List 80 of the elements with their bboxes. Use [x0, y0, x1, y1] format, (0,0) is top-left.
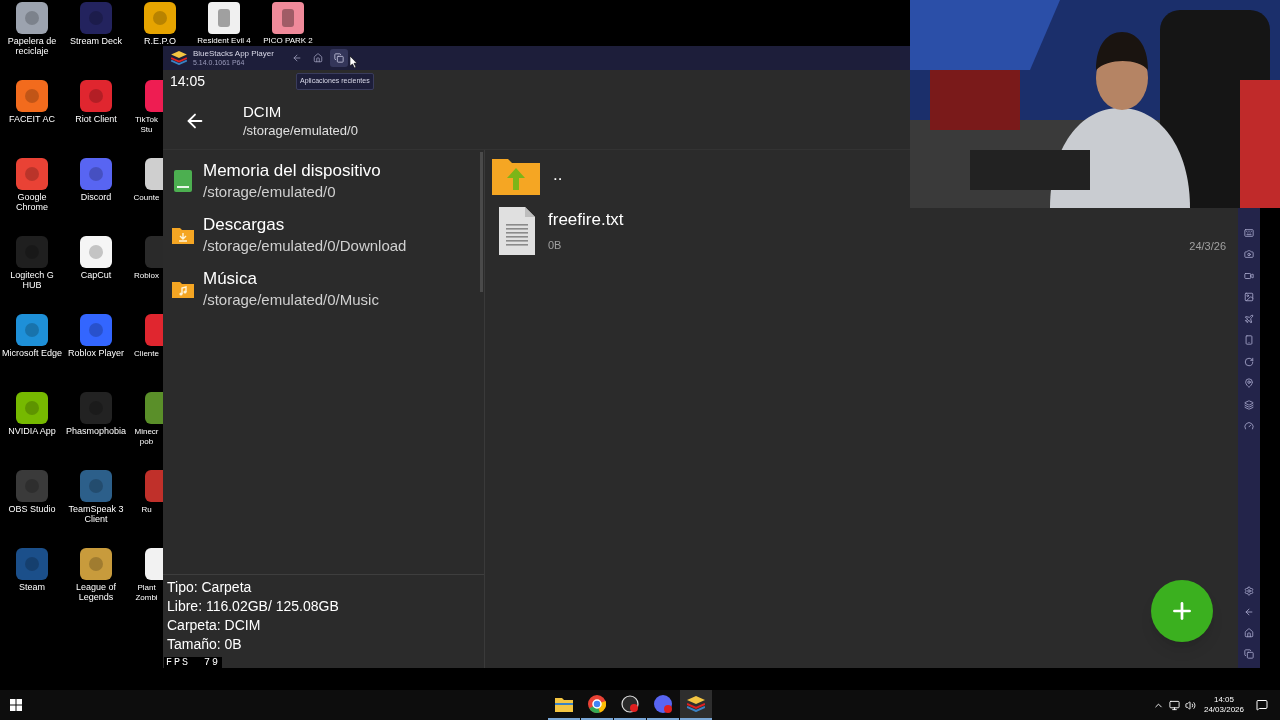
folder-path: /storage/emulated/0	[243, 121, 358, 140]
icon-label: Plant Zombi	[134, 583, 159, 603]
app-logo-icon	[171, 51, 187, 65]
fps-label: FPS	[166, 657, 190, 668]
file-size: 0B	[548, 237, 563, 253]
app-icon[interactable]	[145, 158, 163, 190]
app-icon[interactable]	[80, 236, 112, 268]
location-name: Música	[203, 268, 258, 290]
recent-apps-icon	[333, 53, 344, 63]
text-file-icon	[498, 206, 536, 256]
info-line: Carpeta: DCIM	[167, 616, 262, 635]
volume-icon[interactable]	[1184, 699, 1196, 711]
icon-label: Riot Client	[74, 114, 118, 124]
info-line: Tipo: Carpeta	[167, 578, 253, 597]
app-icon[interactable]	[144, 2, 176, 34]
icon-label: Papelera de reciclaje	[6, 36, 58, 56]
icon-label: Minecr pob	[133, 427, 160, 447]
icon-label: League of Legends	[74, 582, 117, 602]
location-path: /storage/emulated/0/Music	[203, 290, 379, 310]
folder-icon	[555, 696, 573, 712]
icon-label: FACEIT AC	[8, 114, 56, 124]
layers-icon	[687, 696, 705, 712]
icon-label: NVIDIA App	[7, 426, 57, 436]
icon-label: TikTok Stu	[134, 115, 159, 135]
icon-label: Ru	[140, 505, 153, 515]
icon-label: R.E.P.O	[143, 36, 177, 46]
icon-label: CapCut	[79, 270, 113, 280]
icon-label: OBS Studio	[7, 504, 57, 514]
icon-label: Stream Deck	[69, 36, 123, 46]
icon-label: Steam	[18, 582, 46, 592]
download-folder-icon	[171, 225, 195, 245]
icon-label: Google Chrome	[15, 192, 49, 212]
location-name: Memoria del dispositivo	[203, 160, 381, 182]
folder-up-icon	[491, 156, 541, 196]
app-icon[interactable]	[16, 80, 48, 112]
storage-location[interactable]: Memoria del dispositivo /storage/emulated/0	[163, 154, 475, 208]
app-icon[interactable]	[80, 548, 112, 580]
info-line: Tamaño: 0B	[167, 635, 243, 654]
location-name: Descargas	[203, 214, 286, 236]
notifications-icon[interactable]	[1256, 699, 1268, 711]
icon-label: Roblox	[133, 271, 160, 281]
icon-label: Logitech G HUB	[9, 270, 55, 290]
icon-label: Discord	[79, 192, 113, 202]
parent-folder-name[interactable]: ..	[553, 162, 563, 188]
app-icon[interactable]	[16, 2, 48, 34]
info-line: Libre: 116.02GB/ 125.08GB	[167, 597, 340, 616]
recent-apps-button[interactable]	[329, 49, 348, 67]
icon-label: Counte	[132, 193, 161, 203]
file-name[interactable]: freefire.txt	[548, 208, 1190, 231]
storage-location[interactable]: Descargas /storage/emulated/0/Download	[163, 208, 475, 262]
icon-label: PICO PARK 2	[263, 36, 313, 45]
chat-app-icon	[654, 695, 672, 713]
app-icon[interactable]	[16, 392, 48, 424]
app-icon[interactable]	[145, 548, 163, 580]
status-time: 14:05	[170, 71, 206, 91]
device-icon	[173, 169, 193, 193]
recorder-icon	[621, 695, 639, 713]
taskbar-app[interactable]	[680, 690, 712, 720]
window-title: BlueStacks App Player	[193, 49, 274, 58]
clock-date[interactable]: 24/03/2026	[1203, 705, 1244, 715]
location-path: /storage/emulated/0/Download	[203, 236, 407, 256]
home-icon	[312, 53, 323, 63]
fps-value: 79	[204, 657, 221, 668]
location-path: /storage/emulated/0	[203, 182, 337, 202]
icon-label: Phasmophobia	[65, 426, 127, 436]
mouse-pointer-icon	[350, 56, 358, 68]
file-date: 24/3/26	[1189, 238, 1226, 254]
folder-title: DCIM	[243, 101, 283, 122]
icon-label: TeamSpeak 3 Client	[67, 504, 125, 524]
browser-icon	[588, 695, 606, 713]
icon-label: Roblox Player	[67, 348, 125, 358]
storage-location[interactable]: Música /storage/emulated/0/Music	[163, 262, 475, 316]
windows-logo-icon	[10, 699, 22, 711]
icon-label: Cliente	[133, 349, 160, 359]
network-icon[interactable]	[1168, 699, 1180, 711]
clock-time[interactable]: 14:05	[1213, 695, 1234, 705]
back-icon	[291, 53, 302, 63]
icon-label: Microsoft Edge	[1, 348, 63, 358]
music-folder-icon	[171, 279, 195, 299]
icon-label: Resident Evil 4	[197, 36, 251, 45]
